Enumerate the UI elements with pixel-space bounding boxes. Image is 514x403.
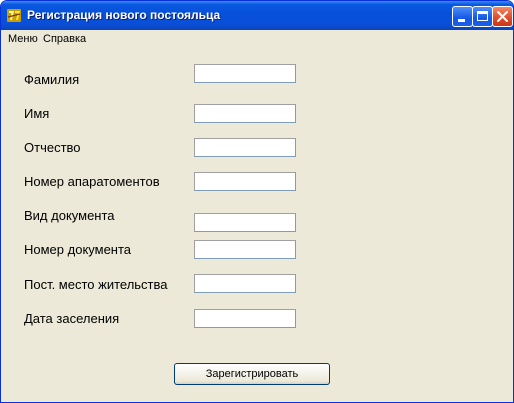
apartment-number-label: Номер апаратоментов xyxy=(24,174,160,189)
title-bar[interactable]: Регистрация нового постояльца xyxy=(1,1,513,30)
app-icon[interactable] xyxy=(6,7,22,23)
app-window: Регистрация нового постояльца Меню Справ… xyxy=(0,0,514,403)
maximize-icon xyxy=(477,11,488,21)
document-type-label: Вид документа xyxy=(24,208,115,223)
patronymic-label: Отчество xyxy=(24,140,81,155)
maximize-button[interactable] xyxy=(472,6,493,27)
checkin-date-input[interactable] xyxy=(194,309,296,328)
surname-label: Фамилия xyxy=(24,72,80,87)
close-button[interactable] xyxy=(492,6,513,27)
menu-bar: Меню Справка xyxy=(1,30,513,48)
minimize-icon xyxy=(458,19,465,22)
document-type-input[interactable] xyxy=(194,213,296,232)
register-button[interactable]: Зарегистрировать xyxy=(174,363,330,385)
patronymic-input[interactable] xyxy=(194,138,296,157)
apartment-number-input[interactable] xyxy=(194,172,296,191)
document-number-input[interactable] xyxy=(194,240,296,259)
surname-input[interactable] xyxy=(194,64,296,83)
checkin-date-label: Дата заселения xyxy=(24,311,120,326)
minimize-button[interactable] xyxy=(452,6,473,27)
window-title: Регистрация нового постояльца xyxy=(27,8,221,22)
close-icon xyxy=(497,11,508,22)
first-name-label: Имя xyxy=(24,106,50,121)
menu-item-help[interactable]: Справка xyxy=(41,30,88,48)
residence-input[interactable] xyxy=(194,274,296,293)
menu-item-menu[interactable]: Меню xyxy=(6,30,40,48)
first-name-input[interactable] xyxy=(194,104,296,123)
document-number-label: Номер документа xyxy=(24,242,132,257)
residence-label: Пост. место жительства xyxy=(24,277,168,292)
